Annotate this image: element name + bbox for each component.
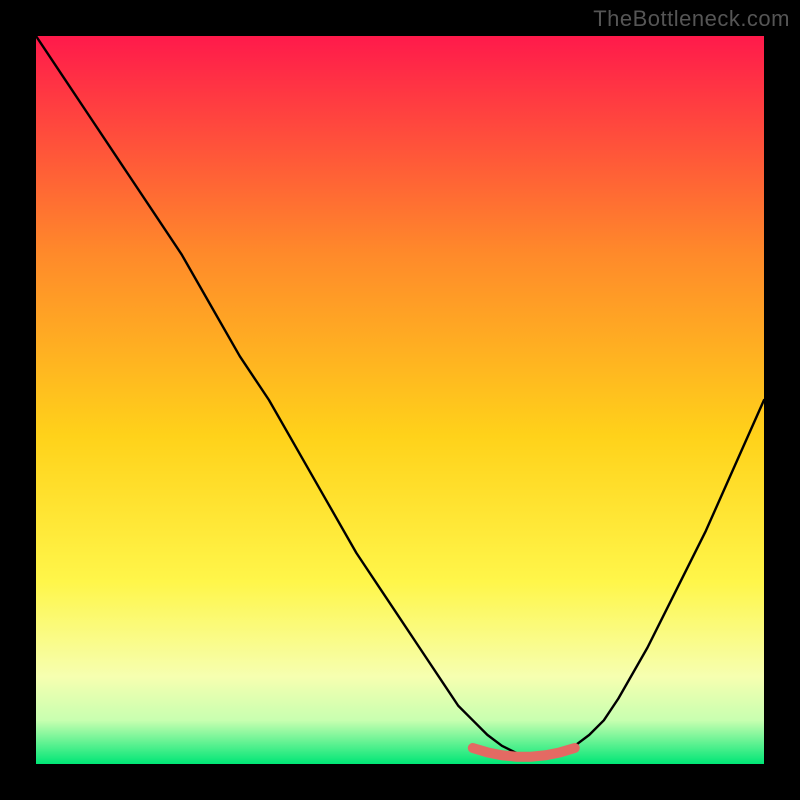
watermark-text: TheBottleneck.com [593, 6, 790, 32]
gradient-background [36, 36, 764, 764]
chart-frame: TheBottleneck.com [0, 0, 800, 800]
plot-svg [36, 36, 764, 764]
plot-area [36, 36, 764, 764]
